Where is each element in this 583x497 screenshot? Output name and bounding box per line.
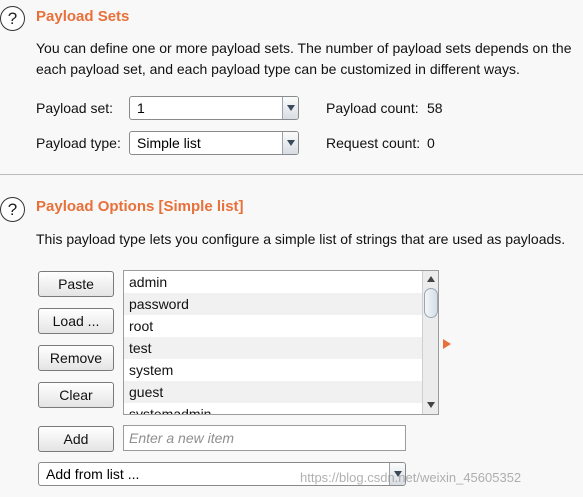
scroll-up-icon[interactable] xyxy=(423,273,438,287)
paste-button[interactable]: Paste xyxy=(38,271,114,297)
payload-set-label: Payload set: xyxy=(36,100,114,116)
add-from-list-value: Add from list ... xyxy=(46,466,140,482)
intruder-payloads-panel: ? Payload Sets You can define one or mor… xyxy=(0,0,583,497)
payload-type-label: Payload type: xyxy=(36,135,121,151)
request-count-label: Request count: xyxy=(326,135,421,151)
scroll-down-icon[interactable] xyxy=(423,398,438,412)
dropdown-arrow-icon[interactable] xyxy=(282,132,298,154)
remove-button[interactable]: Remove xyxy=(38,345,114,371)
clear-button[interactable]: Clear xyxy=(38,382,114,408)
payload-type-select[interactable]: Simple list xyxy=(129,131,299,155)
list-item[interactable]: guest xyxy=(124,381,423,403)
payload-count-value: 58 xyxy=(427,100,443,116)
new-item-input[interactable] xyxy=(123,425,406,451)
payload-count-label: Payload count: xyxy=(326,100,419,116)
payload-set-value: 1 xyxy=(137,100,145,116)
orange-arrow-icon xyxy=(443,339,451,349)
request-count-value: 0 xyxy=(427,135,435,151)
payload-list[interactable]: admin password root test system guest sy… xyxy=(123,270,439,415)
payload-options-title: Payload Options [Simple list] xyxy=(36,198,244,215)
payload-options-description: This payload type lets you configure a s… xyxy=(36,231,566,247)
list-scrollbar[interactable] xyxy=(422,271,438,414)
list-item[interactable]: system xyxy=(124,359,423,381)
dropdown-arrow-icon[interactable] xyxy=(282,97,298,119)
payload-sets-title: Payload Sets xyxy=(36,8,130,25)
help-icon[interactable]: ? xyxy=(0,6,25,31)
watermark: https://blog.csdn.net/weixin_45605352 xyxy=(300,470,522,485)
list-item[interactable]: password xyxy=(124,293,423,315)
help-icon[interactable]: ? xyxy=(0,197,25,222)
list-item[interactable]: systemadmin xyxy=(124,403,423,414)
scroll-thumb[interactable] xyxy=(424,288,438,318)
list-item[interactable]: test xyxy=(124,337,423,359)
list-item[interactable]: admin xyxy=(124,271,423,293)
load-button[interactable]: Load ... xyxy=(38,308,114,334)
payload-sets-description-line2: each payload set, and each payload type … xyxy=(36,61,520,77)
payload-sets-description-line1: You can define one or more payload sets.… xyxy=(36,40,572,56)
add-button[interactable]: Add xyxy=(38,426,114,452)
section-divider xyxy=(0,174,583,175)
payload-type-value: Simple list xyxy=(137,135,201,151)
payload-set-select[interactable]: 1 xyxy=(129,96,299,120)
list-item[interactable]: root xyxy=(124,315,423,337)
